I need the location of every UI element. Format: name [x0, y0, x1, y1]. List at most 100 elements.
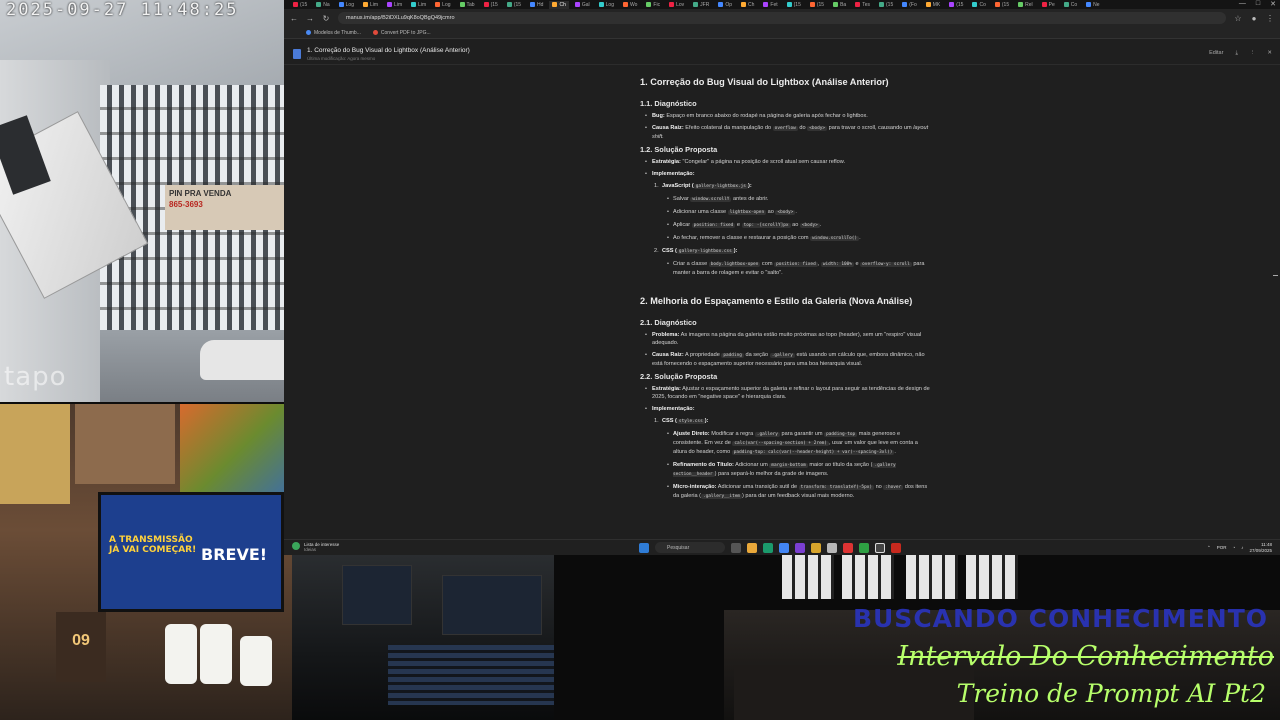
reload-icon[interactable]: ↻	[322, 14, 330, 23]
browser-tab[interactable]: (15	[504, 1, 524, 9]
tab-favicon-icon	[925, 2, 931, 7]
wifi-icon[interactable]: ◔	[1233, 545, 1236, 550]
taskbar-apps: Pesquisar	[639, 542, 901, 553]
menu-icon[interactable]: ⋮	[1266, 14, 1274, 23]
browser-tab[interactable]: Lim	[384, 1, 405, 9]
browser-tab[interactable]: Wo	[620, 1, 640, 9]
browser-tab[interactable]: Ch	[549, 0, 569, 9]
browser-tab[interactable]: Tes	[852, 1, 873, 9]
browser-tab[interactable]: MK	[923, 1, 944, 9]
close-icon[interactable]: ✕	[1270, 0, 1276, 8]
tab-label: Rel	[1025, 1, 1033, 8]
bookmark-item[interactable]: Modelos de Thumb...	[306, 30, 361, 36]
tab-label: Pe	[1048, 1, 1055, 8]
start-icon[interactable]	[639, 542, 649, 553]
studio-camera-feed	[292, 555, 554, 720]
app-icon[interactable]	[811, 542, 821, 553]
scrollbar[interactable]	[1271, 65, 1280, 540]
browser-tab[interactable]: (15	[290, 1, 310, 9]
bookmark-label: Modelos de Thumb...	[314, 29, 361, 36]
minimize-icon[interactable]: —	[1239, 0, 1246, 8]
car	[200, 340, 284, 380]
browser-tab[interactable]: Tab	[457, 1, 478, 9]
browser-tab[interactable]: Ch	[738, 1, 757, 9]
browser-tab[interactable]: Log	[336, 1, 357, 9]
browser-tab[interactable]: Fet	[760, 1, 780, 9]
profile-icon[interactable]: ●	[1250, 14, 1258, 23]
overlay-title-1: BUSCANDO CONHECIMENTO	[852, 604, 1268, 633]
download-icon[interactable]: ⤓	[1235, 50, 1237, 57]
file-explorer-icon[interactable]	[747, 542, 757, 553]
app-icon[interactable]	[843, 542, 853, 553]
security-camera-feed: PIN PRA VENDA 865-3693 2025-09-27 11:48:…	[0, 0, 284, 402]
browser-tab[interactable]: Lim	[360, 1, 381, 9]
bookmark-item[interactable]: Convert PDF to JPG...	[372, 30, 431, 36]
browser-tab[interactable]: Co	[1061, 1, 1080, 9]
window	[782, 555, 834, 599]
section-2-1-title: 2.1. Diagnóstico	[640, 318, 697, 327]
clock[interactable]: 11:48 27/09/2025	[1249, 542, 1272, 553]
maximize-icon[interactable]: □	[1256, 0, 1260, 8]
app-icon[interactable]	[827, 542, 837, 553]
browser-tab[interactable]: Rel	[1015, 1, 1036, 9]
edge-icon[interactable]	[763, 542, 773, 553]
browser-tab[interactable]: (15	[992, 1, 1012, 9]
tab-label: Na	[323, 1, 330, 8]
app-icon[interactable]	[795, 542, 805, 553]
taskbar-widget[interactable]: Lista de interesse Ideias	[292, 542, 339, 552]
app-icon[interactable]	[859, 542, 869, 553]
window	[842, 555, 894, 599]
browser-tab[interactable]: Fic	[643, 1, 663, 9]
app-icon[interactable]	[891, 542, 901, 553]
tab-favicon-icon	[669, 2, 675, 7]
browser-tab[interactable]: JFR	[690, 1, 712, 9]
tab-label: JFR	[700, 1, 710, 8]
more-icon[interactable]: ⋮	[1250, 50, 1256, 57]
audio-mixer	[388, 645, 554, 705]
browser-tab[interactable]: Ne	[1083, 1, 1102, 9]
browser-tab[interactable]: (15	[807, 1, 827, 9]
browser-tab[interactable]: Ba	[830, 1, 849, 9]
browser-tab[interactable]: Op	[715, 1, 735, 9]
chrome-icon[interactable]	[779, 542, 789, 553]
browser-tab[interactable]: Pe	[1039, 1, 1058, 9]
browser-tab[interactable]: (15	[481, 1, 501, 9]
tab-favicon-icon	[506, 2, 512, 7]
close-icon[interactable]: ✕	[1267, 50, 1272, 57]
browser-tab[interactable]: Lim	[408, 1, 429, 9]
tab-favicon-icon	[855, 2, 861, 7]
app-icon[interactable]	[875, 542, 885, 553]
browser-tab[interactable]: Co	[969, 1, 988, 9]
browser-window: (15 Na Log Lim Lim Lim Log Tab (15 (15 Hd Ch Gal Log W…	[284, 0, 1280, 555]
browser-tab[interactable]: Log	[432, 1, 453, 9]
tab-favicon-icon	[387, 2, 393, 7]
browser-tab[interactable]: (Fo	[899, 1, 920, 9]
browser-tab[interactable]: Lov	[666, 1, 687, 9]
browser-tab[interactable]: Log	[596, 1, 617, 9]
taskbar-search[interactable]: Pesquisar	[655, 542, 725, 553]
forward-icon[interactable]: →	[306, 14, 314, 23]
browser-tab[interactable]: Gal	[572, 1, 593, 9]
chevron-up-icon[interactable]: ⌃	[1207, 545, 1211, 551]
star-icon[interactable]: ☆	[1234, 14, 1242, 23]
browser-tab[interactable]: Hd	[527, 1, 546, 9]
browser-tab[interactable]: (15	[946, 1, 966, 9]
list-item: Estratégia: "Congelar" a página na posiç…	[640, 158, 930, 166]
edit-button[interactable]: Editar	[1209, 50, 1223, 57]
scrollbar-thumb[interactable]	[1273, 275, 1278, 276]
monitor-text-1: A TRANSMISSÃO JÁ VAI COMEÇAR!	[109, 535, 197, 555]
tab-label: Log	[605, 1, 614, 8]
back-icon[interactable]: ←	[290, 14, 298, 23]
browser-tab[interactable]: (15	[784, 1, 804, 9]
task-view-icon[interactable]	[731, 542, 741, 553]
browser-tab[interactable]: Na	[313, 1, 332, 9]
tab-favicon-icon	[530, 2, 536, 7]
browser-tab[interactable]: (15	[876, 1, 896, 9]
clock-date: 27/09/2025	[1249, 547, 1272, 553]
widget-subtitle: Ideias	[304, 547, 317, 552]
url-input[interactable]: manus.im/app/B2iDXLu9qK8oQBgQ49jcmro	[338, 12, 1226, 24]
language-indicator[interactable]: POR	[1217, 545, 1227, 550]
volume-icon[interactable]: ♪	[1241, 545, 1243, 550]
tab-favicon-icon	[316, 2, 322, 7]
window	[966, 555, 1018, 599]
